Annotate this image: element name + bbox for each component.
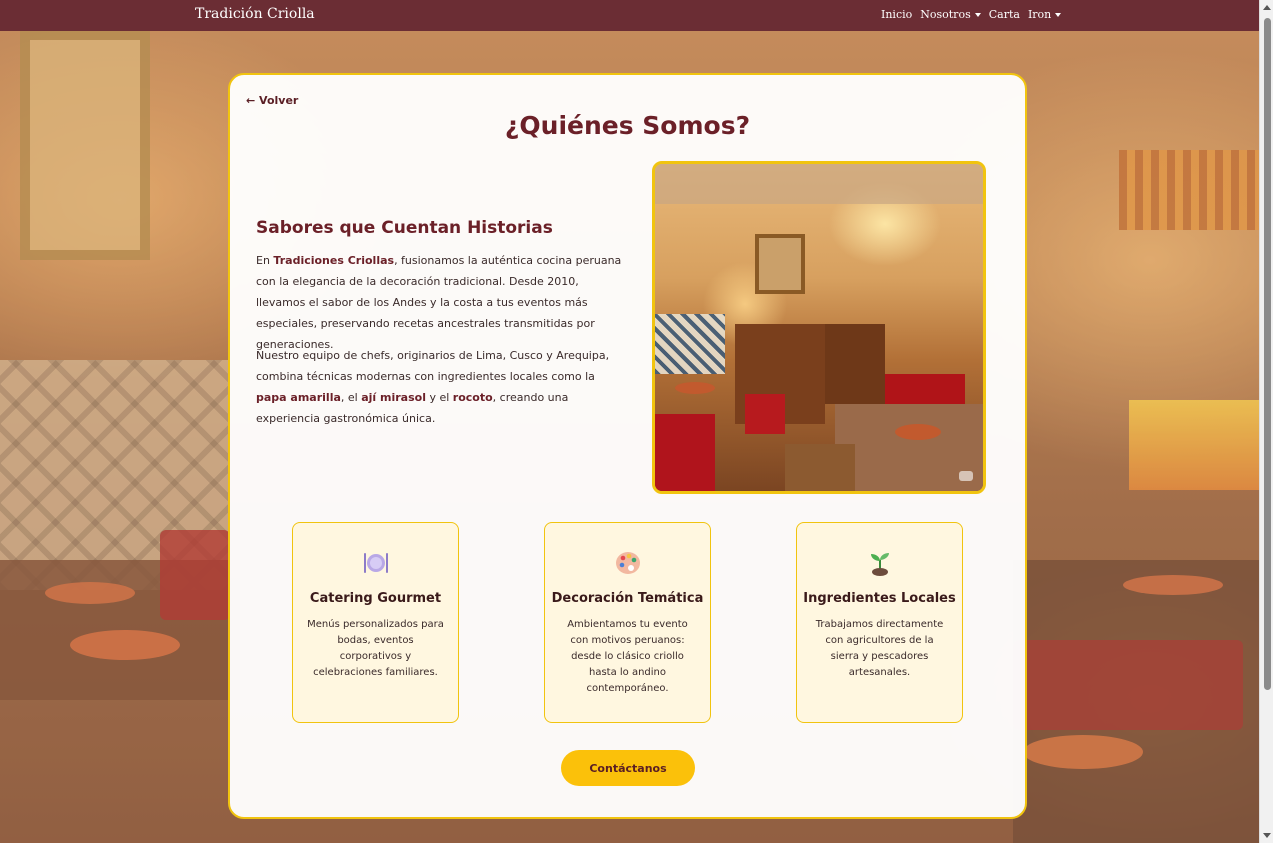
nav-link-label: Iron bbox=[1027, 8, 1052, 21]
nav-dropdown-nosotros[interactable]: Nosotros bbox=[920, 8, 981, 21]
ingredient-highlight: ají mirasol bbox=[361, 391, 426, 404]
nav-link-label: Inicio bbox=[881, 8, 913, 21]
seedling-icon bbox=[797, 548, 962, 578]
feature-card-decoracion: Decoración Temática Ambientamos tu event… bbox=[544, 522, 711, 723]
feature-title: Catering Gourmet bbox=[309, 591, 442, 606]
ingredient-highlight: papa amarilla bbox=[256, 391, 341, 404]
nav-link-label: Nosotros bbox=[920, 8, 971, 21]
feature-description: Ambientamos tu evento con motivos peruan… bbox=[567, 619, 688, 694]
contact-button[interactable]: Contáctanos bbox=[561, 750, 695, 786]
feature-description: Menús personalizados para bodas, eventos… bbox=[307, 619, 444, 678]
palette-icon bbox=[545, 548, 710, 578]
brand-highlight: Tradiciones Criollas bbox=[273, 254, 395, 267]
text-span: , el bbox=[340, 391, 362, 404]
page-scrollbar[interactable] bbox=[1259, 0, 1273, 843]
scroll-up-arrow-icon[interactable] bbox=[1263, 5, 1271, 10]
caret-down-icon bbox=[1055, 12, 1062, 17]
text-span: Nuestro equipo de chefs, originarios de … bbox=[256, 349, 610, 383]
nav-link-label: Carta bbox=[988, 8, 1020, 21]
ingredient-highlight: rocoto bbox=[452, 391, 493, 404]
plate-cutlery-icon bbox=[293, 548, 458, 578]
feature-description: Trabajamos directamente con agricultores… bbox=[815, 619, 944, 678]
scrollbar-thumb[interactable] bbox=[1264, 18, 1271, 690]
text-span: , fusionamos la auténtica cocina peruana… bbox=[256, 254, 622, 351]
scroll-down-arrow-icon[interactable] bbox=[1263, 833, 1271, 838]
feature-card-catering: Catering Gourmet Menús personalizados pa… bbox=[292, 522, 459, 723]
feature-card-ingredientes: Ingredientes Locales Trabajamos directam… bbox=[796, 522, 963, 723]
navbar: Tradición Criolla Inicio Nosotros Carta … bbox=[0, 0, 1259, 31]
nav-link-inicio[interactable]: Inicio bbox=[881, 8, 912, 21]
nav-dropdown-iron[interactable]: Iron bbox=[1027, 8, 1062, 21]
about-card: ← Volver ¿Quiénes Somos? Sabores que Cue… bbox=[228, 73, 1027, 819]
text-span: En bbox=[256, 254, 274, 267]
text-span: y el bbox=[425, 391, 453, 404]
feature-title: Ingredientes Locales bbox=[803, 591, 956, 606]
restaurant-interior-photo bbox=[652, 161, 986, 494]
nav-link-carta[interactable]: Carta bbox=[989, 8, 1020, 21]
navbar-brand[interactable]: Tradición Criolla bbox=[195, 6, 315, 22]
feature-title: Decoración Temática bbox=[551, 591, 704, 606]
intro-paragraph-1: En Tradiciones Criollas, fusionamos la a… bbox=[256, 250, 626, 355]
caret-down-icon bbox=[974, 12, 981, 17]
intro-heading: Sabores que Cuentan Historias bbox=[256, 218, 553, 238]
nav-links: Inicio Nosotros Carta Iron bbox=[881, 8, 1069, 21]
intro-paragraph-2: Nuestro equipo de chefs, originarios de … bbox=[256, 345, 626, 429]
image-badge-icon bbox=[959, 471, 973, 481]
back-link[interactable]: ← Volver bbox=[246, 94, 298, 107]
page-title: ¿Quiénes Somos? bbox=[504, 111, 751, 140]
